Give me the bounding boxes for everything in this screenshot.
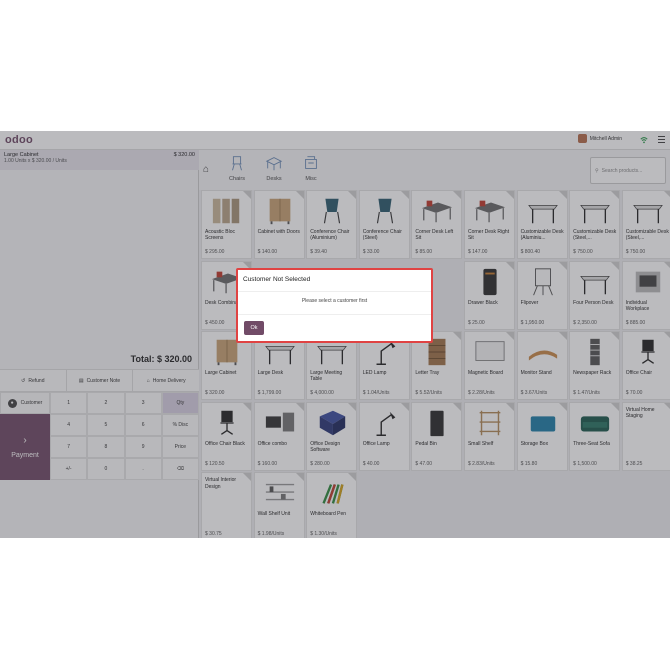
divider: [238, 314, 431, 315]
customer-not-selected-dialog: Customer Not Selected Please select a cu…: [236, 268, 433, 343]
divider: [238, 291, 431, 292]
modal-backdrop: Customer Not Selected Please select a cu…: [0, 131, 670, 538]
dialog-title: Customer Not Selected: [243, 276, 311, 283]
dialog-message: Please select a customer first: [301, 298, 368, 304]
ok-button[interactable]: Ok: [244, 321, 264, 335]
pos-app: odoo Mitchell Admin Large Cabinet $ 320.…: [0, 131, 670, 538]
